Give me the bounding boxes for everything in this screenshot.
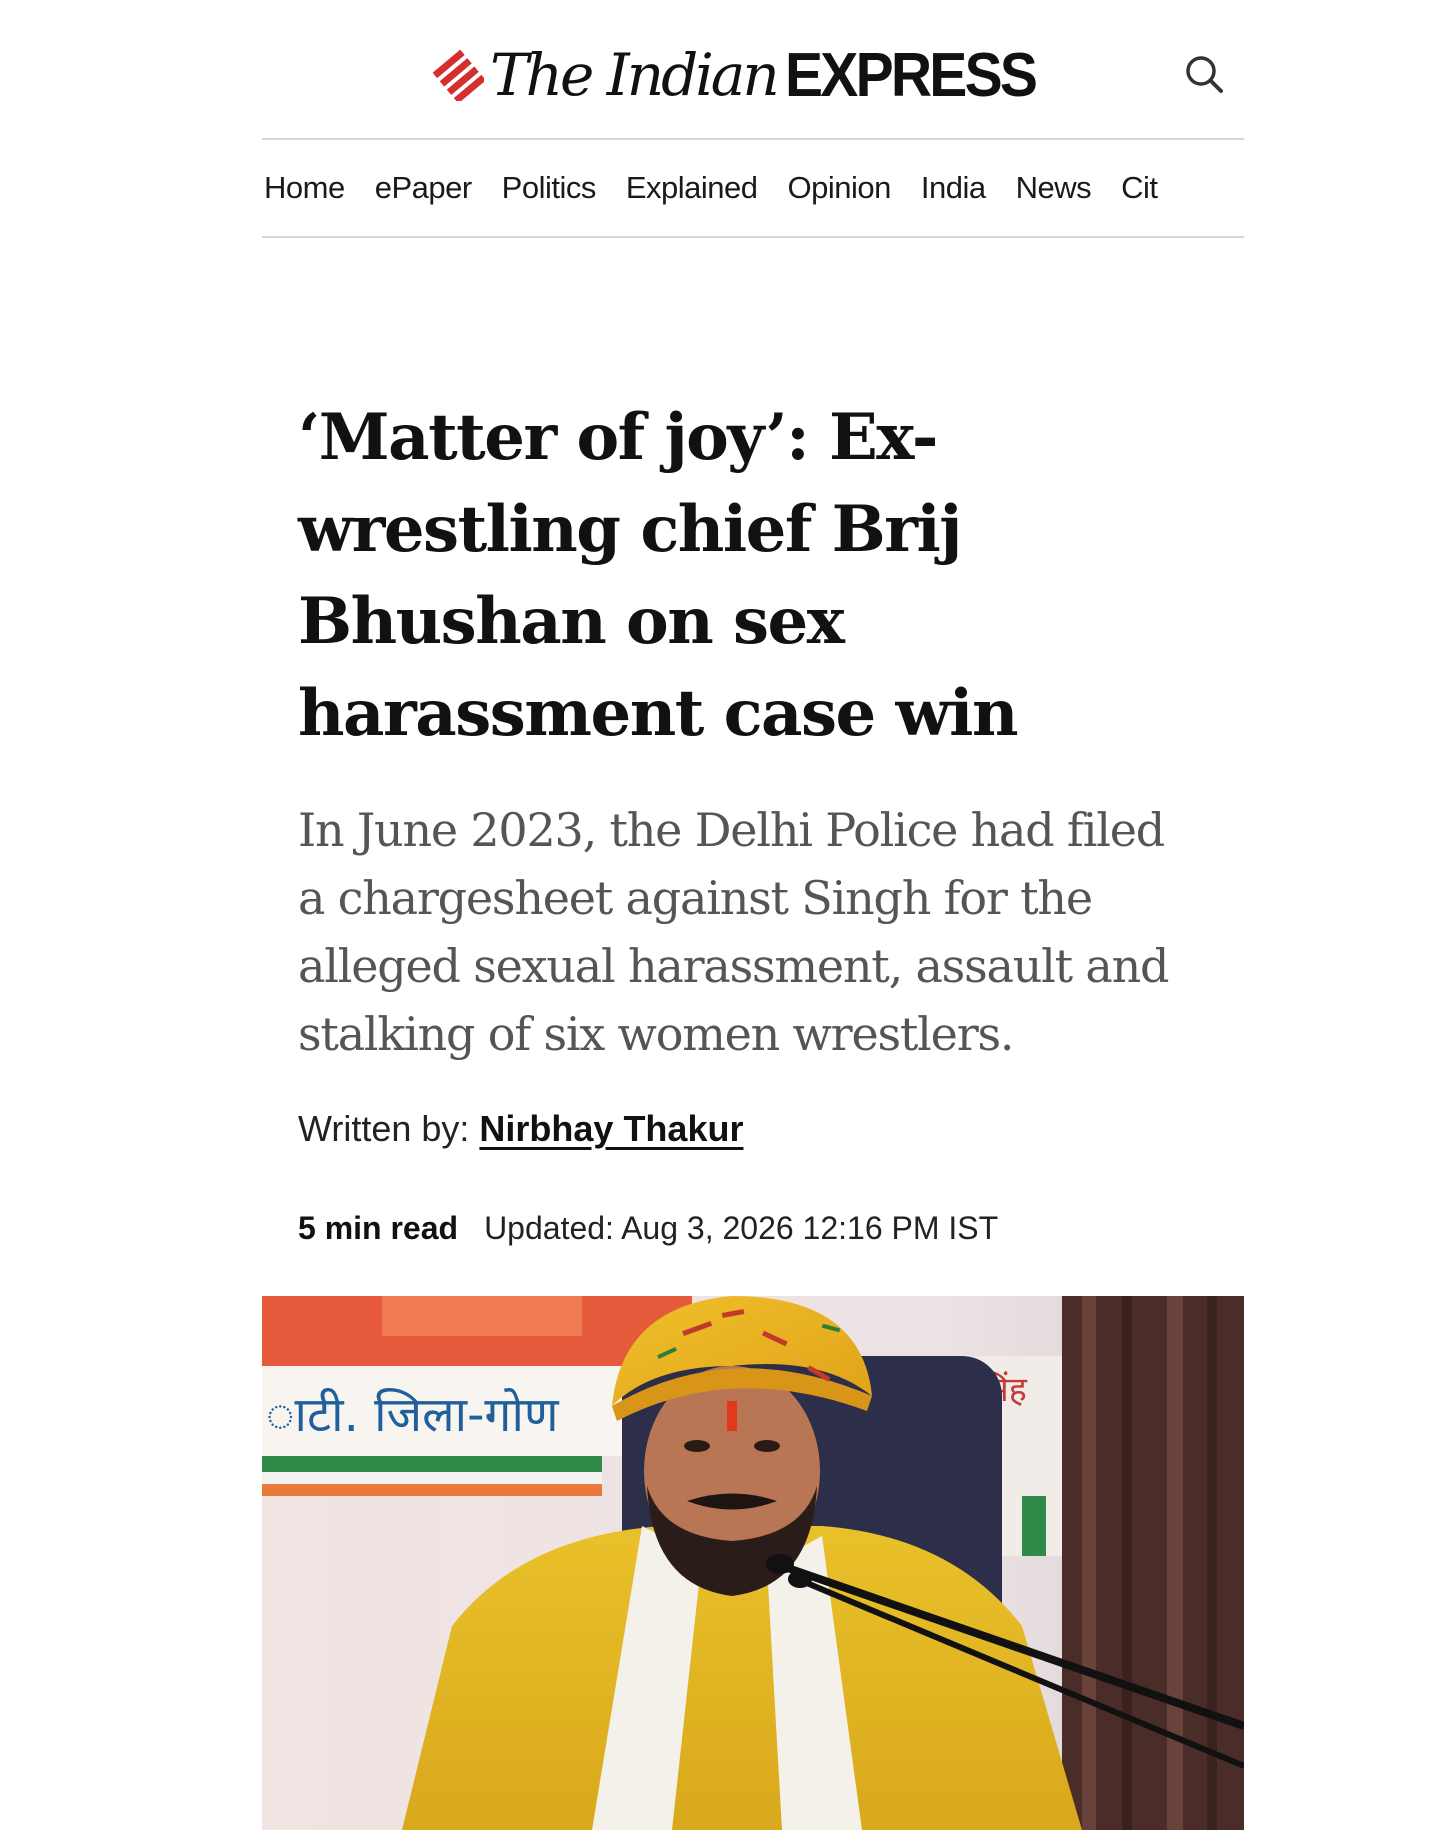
- read-time: 5 min read: [298, 1210, 459, 1246]
- nav-item-politics[interactable]: Politics: [502, 140, 597, 236]
- logo-text-the-indian: The Indian: [490, 41, 780, 109]
- nav-item-cities[interactable]: Cit: [1121, 140, 1158, 236]
- nav-item-home[interactable]: Home: [264, 140, 345, 236]
- article-standfirst: In June 2023, the Delhi Police had filed…: [298, 803, 1169, 1061]
- article-page: The Indian EXPRESS Home ePaper Politics Exp…: [262, 0, 1244, 1848]
- article-meta: 5 min read Updated: Aug 3, 2026 12:16 PM …: [298, 1210, 998, 1247]
- nav-item-explained[interactable]: Explained: [626, 140, 758, 236]
- site-logo[interactable]: The Indian EXPRESS: [432, 40, 1057, 110]
- byline: Written by: Nirbhay Thakur: [298, 1108, 743, 1150]
- banner-text-left: ाटी. जिला-गोण: [266, 1387, 560, 1443]
- nav-item-news[interactable]: News: [1016, 140, 1092, 236]
- hero-image[interactable]: ाटी. जिला-गोण सिंह: [262, 1296, 1244, 1830]
- indian-express-mark-icon: [432, 49, 484, 101]
- masthead: The Indian EXPRESS: [262, 30, 1244, 120]
- updated-timestamp: Updated: Aug 3, 2026 12:16 PM IST: [484, 1210, 999, 1246]
- hero-photo: ाटी. जिला-गोण सिंह: [262, 1296, 1244, 1830]
- nav-item-india[interactable]: India: [921, 140, 986, 236]
- main-nav: Home ePaper Politics Explained Opinion India N…: [262, 140, 1244, 236]
- nav-item-epaper[interactable]: ePaper: [375, 140, 472, 236]
- search-button[interactable]: [1180, 50, 1228, 98]
- search-icon: [1186, 56, 1223, 93]
- logo-text-express: EXPRESS: [784, 40, 1038, 110]
- author-link[interactable]: Nirbhay Thakur: [479, 1108, 743, 1149]
- article-headline: ‘Matter of joy’: Ex-wrestling chief Brij…: [298, 400, 1018, 751]
- nav-divider: [262, 236, 1244, 238]
- nav-item-opinion[interactable]: Opinion: [788, 140, 892, 236]
- byline-prefix: Written by:: [298, 1108, 470, 1149]
